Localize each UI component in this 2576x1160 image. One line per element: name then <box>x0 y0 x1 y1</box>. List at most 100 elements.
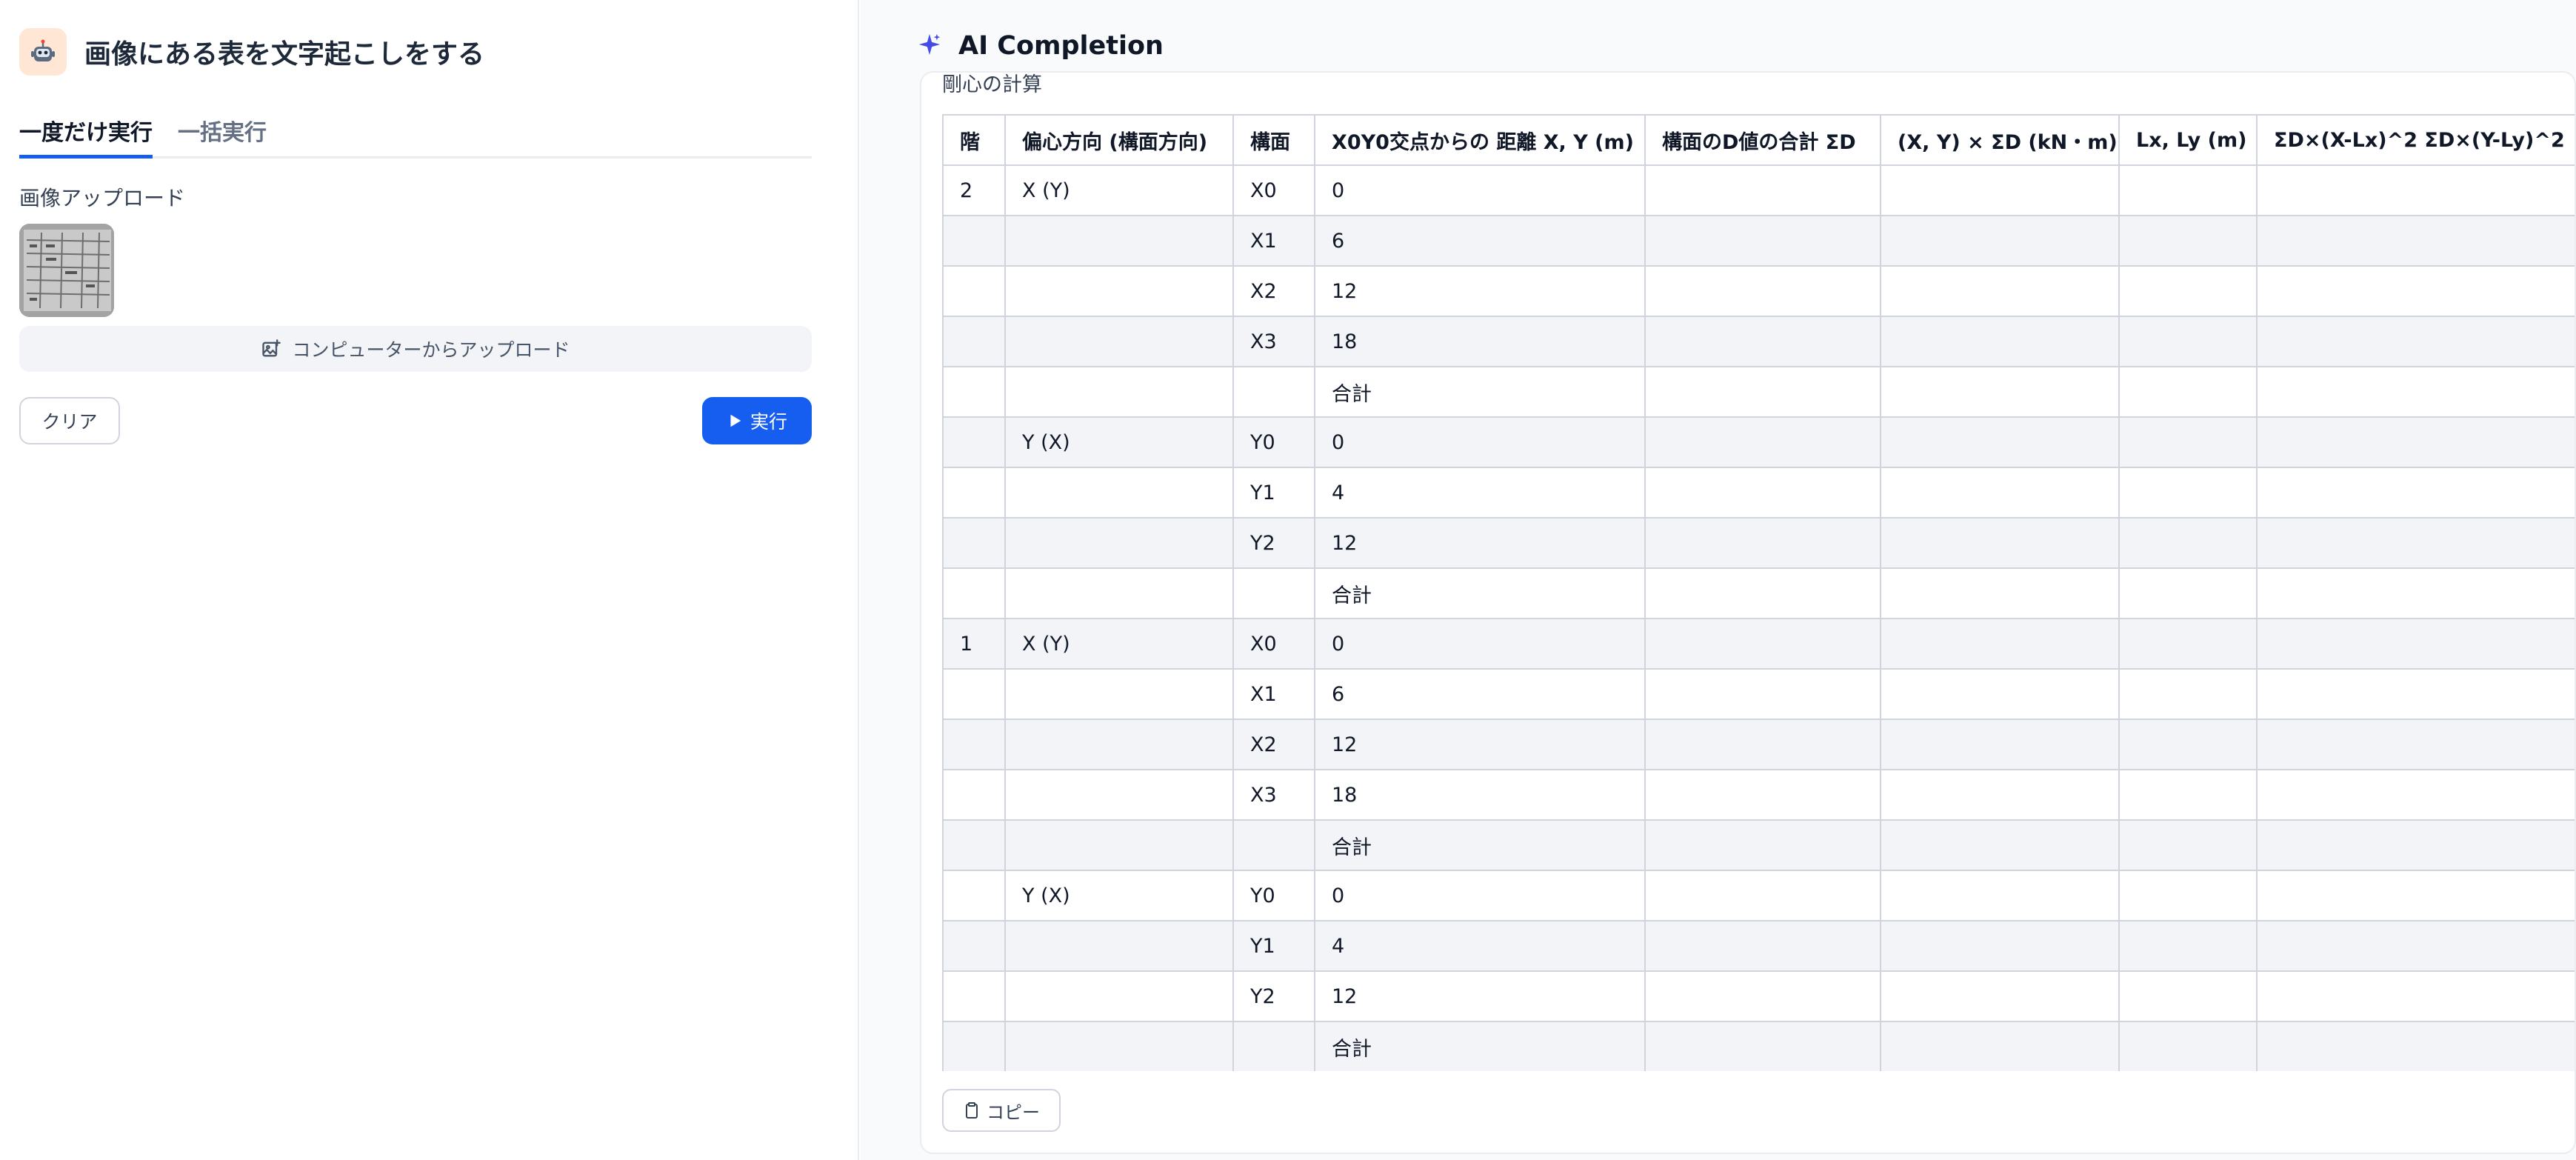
table-cell <box>1880 668 2120 720</box>
table-cell <box>942 567 1006 619</box>
table-cell: 18 <box>1314 769 1646 821</box>
table-row: Y2 12 <box>942 517 2575 569</box>
table-cell <box>2256 719 2575 770</box>
table-cell <box>2256 870 2575 921</box>
table-row: X3 18 <box>942 316 2575 367</box>
upload-from-computer-button[interactable]: コンピューターからアップロード <box>19 326 812 372</box>
table-cell <box>1644 870 1881 921</box>
ai-completion-title: AI Completion <box>958 31 1164 61</box>
copy-button-label: コピー <box>987 1101 1040 1123</box>
table-cell <box>942 719 1006 770</box>
table-row: Y (X) Y0 0 <box>942 416 2575 468</box>
table-cell <box>1644 1021 1881 1071</box>
table-cell <box>1004 467 1234 519</box>
table-cell: Y1 <box>1232 467 1315 519</box>
table-cell <box>1004 719 1234 770</box>
table-cell <box>2256 567 2575 619</box>
table-cell <box>1004 316 1234 367</box>
table-cell <box>1004 819 1234 871</box>
table-cell: 合計 <box>1314 366 1646 418</box>
table-cell: 0 <box>1314 416 1646 468</box>
table-cell: Y0 <box>1232 870 1315 921</box>
table-cell <box>942 819 1006 871</box>
table-header-cell: ΣD×(X-Lx)^2 ΣD×(Y-Ly)^2 <box>2256 114 2575 166</box>
result-table-scroll[interactable]: 階 偏心方向 (構面方向) 構面 X0Y0交点からの 距離 X, Y (m) 構… <box>942 114 2575 1071</box>
run-button[interactable]: 実行 <box>702 397 812 444</box>
tab-run-once[interactable]: 一度だけ実行 <box>19 111 153 159</box>
table-row: 1X (Y) X0 0 <box>942 618 2575 670</box>
table-header-cell: (X, Y) × ΣD (kN・m) <box>1880 114 2120 166</box>
table-cell: 18 <box>1314 316 1646 367</box>
table-cell <box>1644 567 1881 619</box>
table-cell <box>2118 719 2258 770</box>
tab-batch-run[interactable]: 一括実行 <box>178 111 267 159</box>
table-cell <box>1880 215 2120 267</box>
table-header-cell: X0Y0交点からの 距離 X, Y (m) <box>1314 114 1646 166</box>
table-cell <box>942 366 1006 418</box>
table-cell <box>2118 668 2258 720</box>
table-cell: 4 <box>1314 920 1646 972</box>
table-cell <box>1232 366 1315 418</box>
table-cell <box>1644 366 1881 418</box>
table-cell <box>942 215 1006 267</box>
table-cell <box>942 920 1006 972</box>
table-cell <box>942 316 1006 367</box>
copy-button[interactable]: コピー <box>942 1089 1061 1132</box>
run-mode-tabs: 一度だけ実行 一括実行 <box>19 111 812 159</box>
table-cell: X2 <box>1232 719 1315 770</box>
table-cell <box>942 517 1006 569</box>
table-cell <box>1880 819 2120 871</box>
table-cell <box>1004 970 1234 1022</box>
table-cell <box>1004 668 1234 720</box>
table-cell: X1 <box>1232 215 1315 267</box>
table-cell: 0 <box>1314 870 1646 921</box>
table-cell <box>1880 618 2120 670</box>
table-cell <box>1644 316 1881 367</box>
table-cell <box>942 668 1006 720</box>
table-cell: 12 <box>1314 970 1646 1022</box>
app-title: 画像にある表を文字起こしをする <box>84 39 485 70</box>
table-cell <box>2256 618 2575 670</box>
table-cell <box>1880 567 2120 619</box>
table-cell <box>942 1021 1006 1071</box>
table-cell: Y2 <box>1232 970 1315 1022</box>
image-upload-label: 画像アップロード <box>19 186 186 210</box>
table-cell <box>1004 920 1234 972</box>
table-cell <box>2118 618 2258 670</box>
table-cell <box>1880 870 2120 921</box>
table-cell <box>1880 265 2120 317</box>
result-card: 剛心の計算 階 偏心方向 (構面方向) 構面 X0Y0交点からの 距離 X, Y… <box>920 71 2576 1154</box>
table-cell <box>2118 567 2258 619</box>
table-cell <box>1880 517 2120 569</box>
result-heading: 剛心の計算 <box>942 73 1042 96</box>
table-cell <box>2256 316 2575 367</box>
table-cell <box>1880 1021 2120 1071</box>
table-cell <box>1004 265 1234 317</box>
table-row: X1 6 <box>942 215 2575 267</box>
table-cell <box>1644 265 1881 317</box>
table-cell <box>1644 719 1881 770</box>
table-cell: 合計 <box>1314 567 1646 619</box>
table-cell <box>2118 164 2258 216</box>
image-plus-icon <box>261 339 281 359</box>
table-cell: 合計 <box>1314 1021 1646 1071</box>
table-cell <box>942 970 1006 1022</box>
table-cell <box>1880 366 2120 418</box>
uploaded-image-thumbnail[interactable] <box>19 224 114 317</box>
clear-button[interactable]: クリア <box>19 397 120 444</box>
clipboard-icon <box>963 1101 981 1119</box>
table-cell <box>1004 1021 1234 1071</box>
table-cell: X0 <box>1232 618 1315 670</box>
table-cell: 2 <box>942 164 1006 216</box>
table-row: X2 12 <box>942 719 2575 770</box>
table-cell <box>2256 769 2575 821</box>
ai-completion-header: AI Completion <box>917 31 1164 61</box>
table-cell <box>2118 215 2258 267</box>
table-body: 2X (Y) X0 0 X1 6 X2 12 X3 18 合計 Y (X) Y0 0 Y1 4 Y2 12 合計 1… <box>942 164 2575 1071</box>
table-cell <box>942 265 1006 317</box>
table-cell: X3 <box>1232 316 1315 367</box>
upload-button-label: コンピューターからアップロード <box>292 339 570 361</box>
table-cell <box>942 467 1006 519</box>
result-panel: AI Completion 剛心の計算 階 偏心方向 (構面方向) 構面 X0Y… <box>861 0 2576 1160</box>
table-cell: 6 <box>1314 215 1646 267</box>
